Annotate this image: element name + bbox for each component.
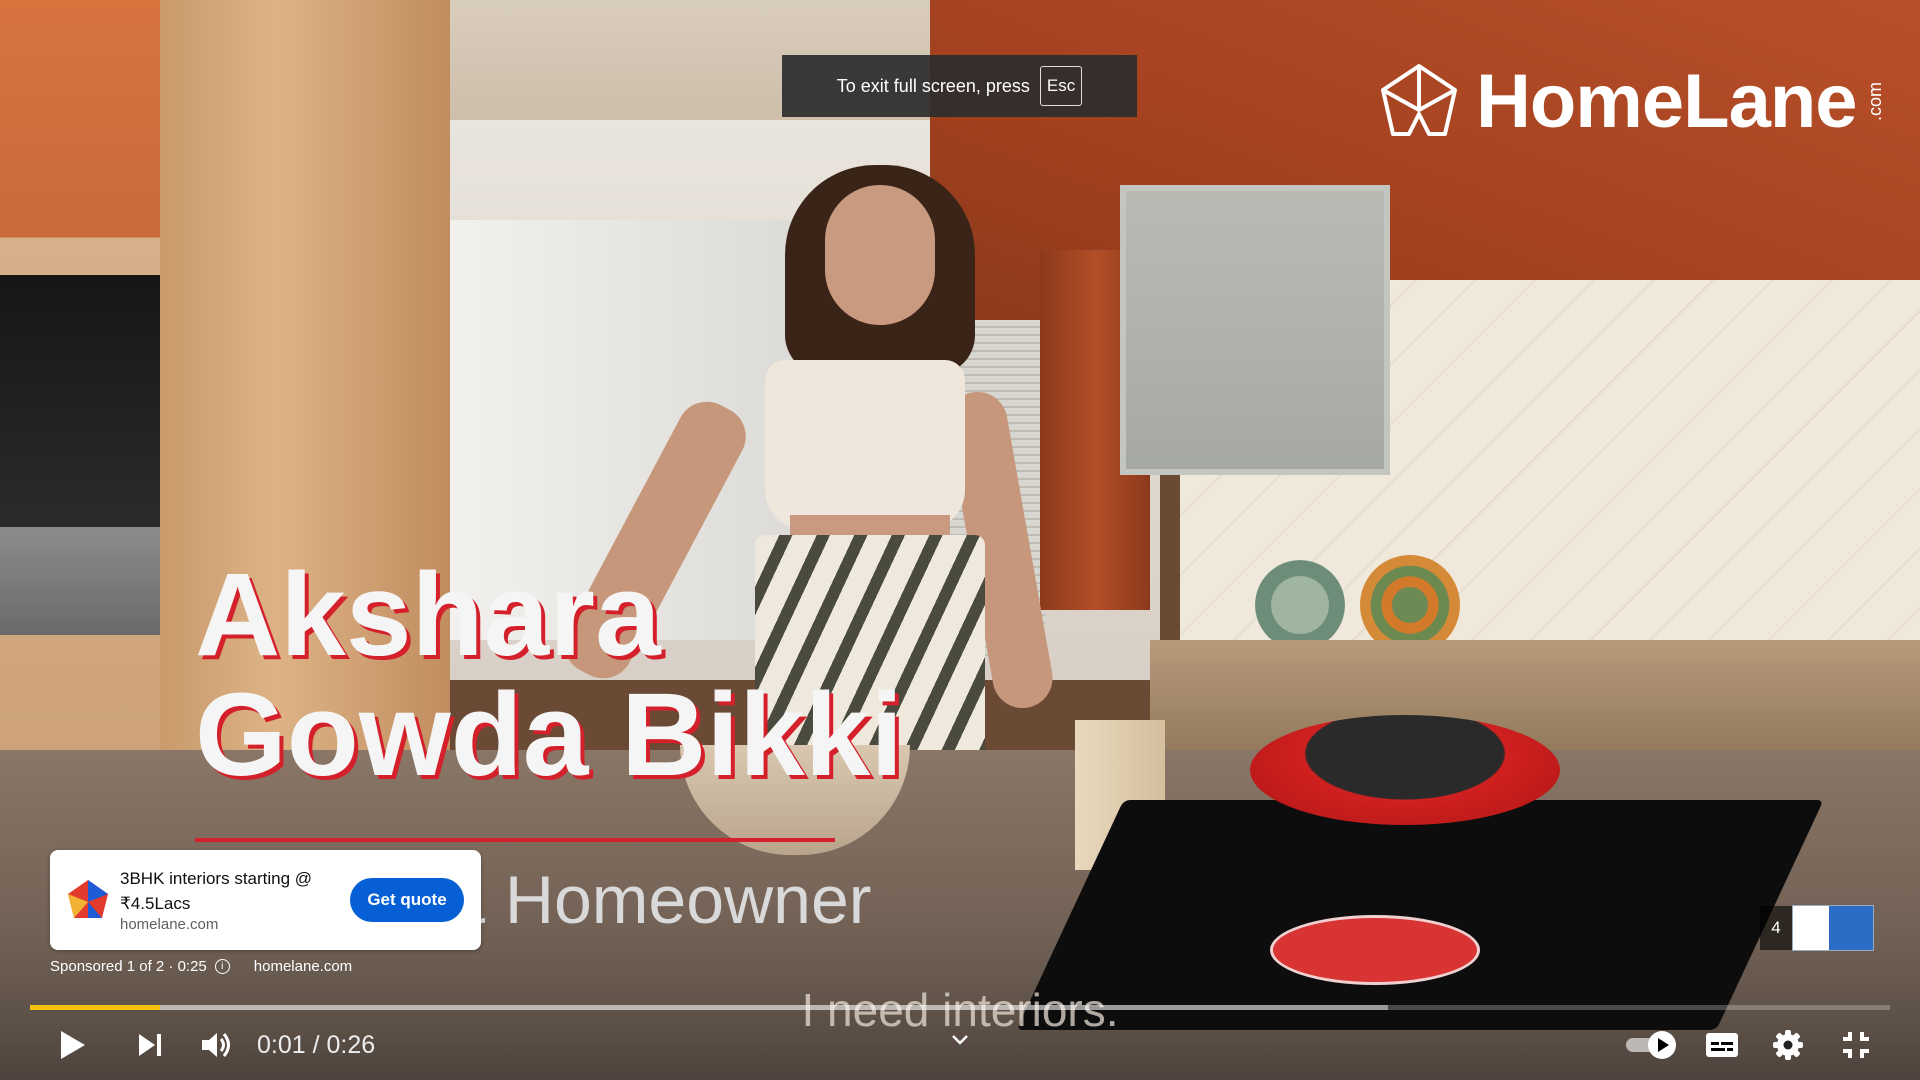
scene-plate bbox=[1255, 560, 1345, 650]
video-player[interactable]: HomeLane .com Akshara Gowda Bikki Actres… bbox=[0, 0, 1920, 1080]
next-button[interactable] bbox=[128, 1015, 172, 1075]
title-name-line2: Gowda Bikki bbox=[195, 669, 904, 801]
up-next-thumbnail[interactable] bbox=[1792, 905, 1874, 951]
exit-fullscreen-icon bbox=[1843, 1032, 1869, 1058]
ad-domain[interactable]: homelane.com bbox=[120, 916, 218, 933]
title-name-line1: Akshara bbox=[195, 549, 661, 681]
skip-next-icon bbox=[139, 1034, 161, 1056]
scene-glass-cabinet bbox=[1120, 185, 1390, 475]
esc-key-badge: Esc bbox=[1039, 66, 1083, 106]
scene-oven bbox=[0, 275, 160, 635]
play-button[interactable] bbox=[50, 1015, 94, 1075]
ad-headline[interactable]: 3BHK interiors starting @ ₹4.5Lacs bbox=[120, 866, 350, 916]
title-name: Akshara Gowda Bikki bbox=[195, 555, 903, 795]
advertiser-logo-icon bbox=[68, 880, 108, 918]
play-icon bbox=[61, 1031, 85, 1059]
gear-icon bbox=[1773, 1030, 1803, 1060]
up-next-count: 4 bbox=[1760, 906, 1792, 950]
chevron-down-icon[interactable] bbox=[948, 1028, 972, 1052]
title-divider bbox=[195, 838, 835, 842]
brand-watermark: HomeLane .com bbox=[1378, 58, 1886, 145]
volume-icon bbox=[202, 1033, 230, 1057]
progress-played bbox=[30, 1005, 161, 1010]
time-display: 0:01 / 0:26 bbox=[257, 1030, 376, 1059]
exit-fullscreen-button[interactable] bbox=[1834, 1015, 1878, 1075]
fullscreen-notice-text: To exit full screen, press bbox=[836, 75, 1030, 96]
progress-bar[interactable] bbox=[30, 1005, 1890, 1010]
mute-button[interactable] bbox=[194, 1015, 238, 1075]
info-icon[interactable]: i bbox=[214, 959, 230, 974]
ad-card[interactable]: 3BHK interiors starting @ ₹4.5Lacs homel… bbox=[50, 850, 481, 950]
subtitles-icon bbox=[1706, 1033, 1738, 1057]
ad-sponsored-text: Sponsored 1 of 2 · 0:25 bbox=[50, 958, 207, 975]
progress-buffered bbox=[30, 1005, 1388, 1010]
person-face bbox=[825, 185, 935, 325]
fullscreen-notice: To exit full screen, press Esc bbox=[782, 55, 1137, 117]
ad-link[interactable]: homelane.com bbox=[254, 958, 352, 975]
autoplay-toggle-icon bbox=[1626, 1031, 1676, 1059]
up-next-preview[interactable]: 4 bbox=[1760, 905, 1874, 951]
brand-name: HomeLane bbox=[1476, 59, 1858, 144]
homelane-logo-icon bbox=[1381, 63, 1457, 136]
autoplay-toggle[interactable] bbox=[1624, 1015, 1680, 1075]
get-quote-button[interactable]: Get quote bbox=[350, 878, 464, 922]
scene-hob-sticker bbox=[1270, 915, 1480, 985]
settings-button[interactable] bbox=[1766, 1015, 1810, 1075]
ad-meta: Sponsored 1 of 2 · 0:25 i homelane.com bbox=[50, 958, 352, 975]
subtitles-button[interactable] bbox=[1700, 1015, 1744, 1075]
brand-suffix: .com bbox=[1864, 81, 1885, 121]
person-top bbox=[765, 360, 965, 530]
scene-pan bbox=[1250, 715, 1560, 825]
